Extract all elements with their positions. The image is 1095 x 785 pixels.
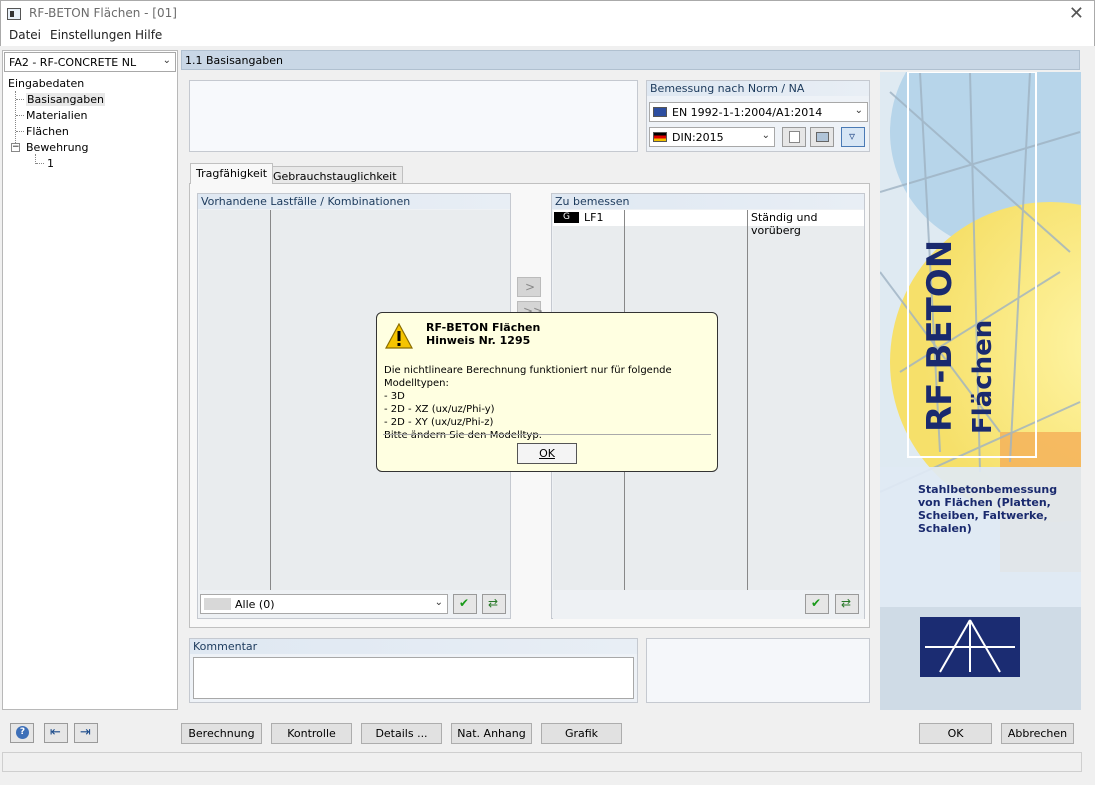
dialog-subtitle: Hinweis Nr. 1295 xyxy=(426,334,531,347)
abbrechen-button[interactable]: Abbrechen xyxy=(1001,723,1074,744)
chevron-down-icon: ⌄ xyxy=(162,55,171,66)
select-all-design-button[interactable]: ✔ xyxy=(805,594,829,614)
tree-root[interactable]: Eingabedaten xyxy=(8,77,84,90)
menu-hilfe[interactable]: Hilfe xyxy=(135,28,162,42)
section-header: 1.1 Basisangaben xyxy=(181,50,1080,70)
dialog-separator xyxy=(383,434,711,435)
edit-icon xyxy=(816,132,829,142)
window-title: RF-BETON Flächen - [01] xyxy=(29,6,177,20)
arrow-left-icon: ⇤ xyxy=(50,725,61,740)
eu-flag-icon xyxy=(653,107,667,117)
chevron-down-icon: ⌄ xyxy=(854,105,863,116)
filter-select[interactable]: Alle (0) ⌄ xyxy=(200,594,448,614)
grafik-button[interactable]: Grafik xyxy=(541,723,622,744)
details-button[interactable]: Details ... xyxy=(361,723,442,744)
brand-subtitle: Flächen xyxy=(968,319,998,434)
help-button[interactable]: ? xyxy=(10,723,34,743)
brand-description: Stahlbetonbemessung von Flächen (Platten… xyxy=(918,483,1058,535)
menu-bar: Datei Einstellungen Hilfe xyxy=(0,26,1095,46)
de-flag-icon xyxy=(653,132,667,142)
close-icon[interactable]: ✕ xyxy=(1069,3,1084,24)
to-design-label: Zu bemessen xyxy=(552,194,864,209)
norm-label: Bemessung nach Norm / NA xyxy=(647,81,869,96)
check-icon: ✔ xyxy=(459,596,470,610)
berechnung-button[interactable]: Berechnung xyxy=(181,723,262,744)
case-select[interactable]: FA2 - RF-CONCRETE NL ⌄ xyxy=(4,52,176,72)
tree-item-flaechen[interactable]: Flächen xyxy=(26,125,69,138)
tab-gebrauchstauglichkeit[interactable]: Gebrauchstauglichkeit xyxy=(267,166,403,184)
status-bar xyxy=(2,752,1082,772)
section-title: 1.1 Basisangaben xyxy=(185,54,283,67)
ok-button[interactable]: OK xyxy=(919,723,992,744)
next-window-button[interactable]: ⇥ xyxy=(74,723,98,743)
info-panel xyxy=(189,80,638,152)
menu-datei[interactable]: Datei xyxy=(9,28,41,42)
dialog-line: Die nichtlineare Berechnung funktioniert… xyxy=(384,365,672,389)
select-all-button[interactable]: ✔ xyxy=(453,594,477,614)
bottom-toolbar: ? ⇤ ⇥ Berechnung Kontrolle Details ... N… xyxy=(0,715,1095,753)
norm-group: Bemessung nach Norm / NA EN 1992-1-1:200… xyxy=(646,80,870,152)
dialog-line: - 2D - XY (ux/uz/Phi-z) xyxy=(384,417,494,428)
filter-button[interactable]: ▿ xyxy=(841,127,865,147)
tree-item-materialien[interactable]: Materialien xyxy=(26,109,87,122)
national-annex-select[interactable]: DIN:2015 ⌄ xyxy=(649,127,775,147)
kontrolle-button[interactable]: Kontrolle xyxy=(271,723,352,744)
comment-label: Kommentar xyxy=(190,639,637,654)
warning-icon xyxy=(385,323,413,349)
new-document-icon xyxy=(789,131,800,143)
dialog-ok-button[interactable]: OK xyxy=(517,443,577,464)
tree-item-bewehrung-1[interactable]: 1 xyxy=(47,157,54,170)
app-icon xyxy=(7,8,21,20)
dialog-title: RF-BETON Flächen xyxy=(426,321,541,334)
previous-window-button[interactable]: ⇤ xyxy=(44,723,68,743)
arrow-right-icon: ⇥ xyxy=(80,725,91,740)
edit-annex-button[interactable] xyxy=(810,127,834,147)
hint-dialog: RF-BETON Flächen Hinweis Nr. 1295 Die ni… xyxy=(376,312,718,472)
case-type-badge: G xyxy=(554,212,579,223)
nat-anhang-button[interactable]: Nat. Anhang xyxy=(451,723,532,744)
swap-icon: ⇄ xyxy=(841,596,852,610)
to-design-col-3 xyxy=(748,210,864,590)
brand-title: RF-BETON xyxy=(920,239,960,432)
comment-group: Kommentar xyxy=(189,638,638,703)
color-swatch xyxy=(204,598,231,610)
tree-item-bewehrung[interactable]: Bewehrung xyxy=(26,141,89,154)
filter-icon: ▿ xyxy=(849,129,856,143)
case-name: LF1 xyxy=(584,211,604,224)
tab-tragfaehigkeit[interactable]: Tragfähigkeit xyxy=(190,163,274,184)
check-icon: ✔ xyxy=(811,596,822,610)
norm-select[interactable]: EN 1992-1-1:2004/A1:2014 ⌄ xyxy=(649,102,868,122)
menu-einstellungen[interactable]: Einstellungen xyxy=(50,28,131,42)
new-annex-button[interactable] xyxy=(782,127,806,147)
move-right-button[interactable]: > xyxy=(517,277,541,297)
table-row[interactable]: G LF1 Ständig und vorüberg xyxy=(553,210,864,237)
chevron-down-icon: ⌄ xyxy=(761,130,770,141)
navigator-panel: FA2 - RF-CONCRETE NL ⌄ Eingabedaten Basi… xyxy=(2,50,178,710)
case-category: Ständig und vorüberg xyxy=(751,211,818,237)
dialog-line: - 2D - XZ (ux/uz/Phi-y) xyxy=(384,404,495,415)
dialog-line: Bitte ändern Sie den Modelltyp. xyxy=(384,430,542,441)
chevron-down-icon: ⌄ xyxy=(434,597,443,608)
dialog-message: Die nichtlineare Berechnung funktioniert… xyxy=(384,364,716,442)
invert-selection-button[interactable]: ⇄ xyxy=(482,594,506,614)
help-icon: ? xyxy=(16,726,29,739)
available-col-1 xyxy=(199,210,271,590)
collapse-icon[interactable]: − xyxy=(11,143,20,152)
comment-input[interactable] xyxy=(193,657,634,699)
comment-side-panel xyxy=(646,638,870,703)
tree-item-basisangaben[interactable]: Basisangaben xyxy=(26,93,105,106)
invert-design-button[interactable]: ⇄ xyxy=(835,594,859,614)
brand-sidebar: RF-BETON Flächen Stahlbetonbemessung von… xyxy=(880,72,1081,710)
dialog-line: - 3D xyxy=(384,391,405,402)
available-label: Vorhandene Lastfälle / Kombinationen xyxy=(198,194,510,209)
title-bar: RF-BETON Flächen - [01] ✕ xyxy=(0,0,1095,26)
swap-icon: ⇄ xyxy=(488,596,499,610)
